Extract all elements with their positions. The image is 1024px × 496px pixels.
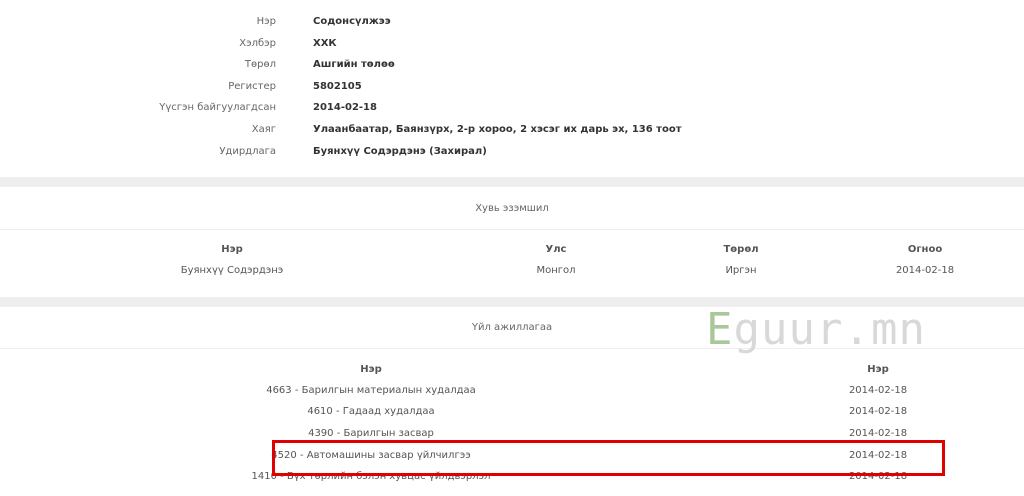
info-label: Нэр	[256, 16, 276, 27]
info-label: Удирдлага	[219, 146, 276, 157]
watermark-rest: guur.mn	[733, 304, 926, 355]
table-cell: 2014-02-18	[848, 385, 908, 396]
info-row-type: Төрөл Ашгийн төлөө	[0, 56, 1024, 74]
eguur-watermark-logo: Eguur.mn	[706, 302, 926, 358]
info-value: Содонсүлжээ	[313, 16, 391, 27]
table-cell: 2014-02-18	[848, 450, 908, 461]
info-label: Регистер	[228, 81, 276, 92]
table-cell: Буянхүү Содэрдэнэ	[180, 265, 284, 276]
info-row-form: Хэлбэр ХХК	[0, 35, 1024, 53]
section-title: Хувь эзэмшил	[475, 203, 549, 214]
info-label: Үүсгэн байгуулагдсан	[159, 102, 276, 113]
watermark-first-letter: E	[706, 304, 734, 355]
section-divider	[0, 229, 1024, 230]
table-cell: 4520 - Автомашины засвар үйлчилгээ	[271, 450, 471, 461]
info-row-register: Регистер 5802105	[0, 78, 1024, 96]
info-value: 2014-02-18	[313, 102, 377, 113]
column-header-name: Нэр	[221, 244, 243, 255]
table-cell: Монгол	[536, 265, 576, 276]
table-cell: 4390 - Барилгын засвар	[308, 428, 434, 439]
info-value: ХХК	[313, 38, 337, 49]
info-label: Төрөл	[244, 59, 276, 70]
info-value: Буянхүү Содэрдэнэ (Захирал)	[313, 146, 487, 157]
info-value: Улаанбаатар, Баянзүрх, 2-р хороо, 2 хэсэ…	[313, 124, 682, 135]
column-header-type: Төрөл	[723, 244, 759, 255]
column-header-country: Улс	[545, 244, 567, 255]
table-cell: 4663 - Барилгын материалын худалдаа	[266, 385, 476, 396]
info-row-address: Хаяг Улаанбаатар, Баянзүрх, 2-р хороо, 2…	[0, 121, 1024, 139]
table-cell: 4610 - Гадаад худалдаа	[307, 406, 435, 417]
info-label: Хаяг	[251, 124, 276, 135]
table-cell: 2014-02-18	[848, 406, 908, 417]
column-header-date: Нэр	[867, 364, 889, 375]
owners-card: Хувь эзэмшил Нэр Улс Төрөл Огноо Буянхүү…	[0, 187, 1024, 297]
table-cell: Иргэн	[725, 265, 757, 276]
info-row-founded: Үүсгэн байгуулагдсан 2014-02-18	[0, 99, 1024, 117]
table-cell: 2014-02-18	[895, 265, 955, 276]
info-value: 5802105	[313, 81, 362, 92]
table-cell: 2014-02-18	[848, 428, 908, 439]
info-row-management: Удирдлага Буянхүү Содэрдэнэ (Захирал)	[0, 143, 1024, 161]
table-cell: 2014-02-18	[848, 471, 908, 482]
company-info-card: Нэр Содонсүлжээ Хэлбэр ХХК Төрөл Ашгийн …	[0, 0, 1024, 177]
column-header-date: Огноо	[907, 244, 943, 255]
info-row-name: Нэр Содонсүлжээ	[0, 13, 1024, 31]
info-value: Ашгийн төлөө	[313, 59, 395, 70]
table-cell: 1410 - Бүх төрлийн бэлэн хувцас үйлдвэрл…	[251, 471, 491, 482]
info-label: Хэлбэр	[239, 38, 276, 49]
column-header-name: Нэр	[360, 364, 382, 375]
